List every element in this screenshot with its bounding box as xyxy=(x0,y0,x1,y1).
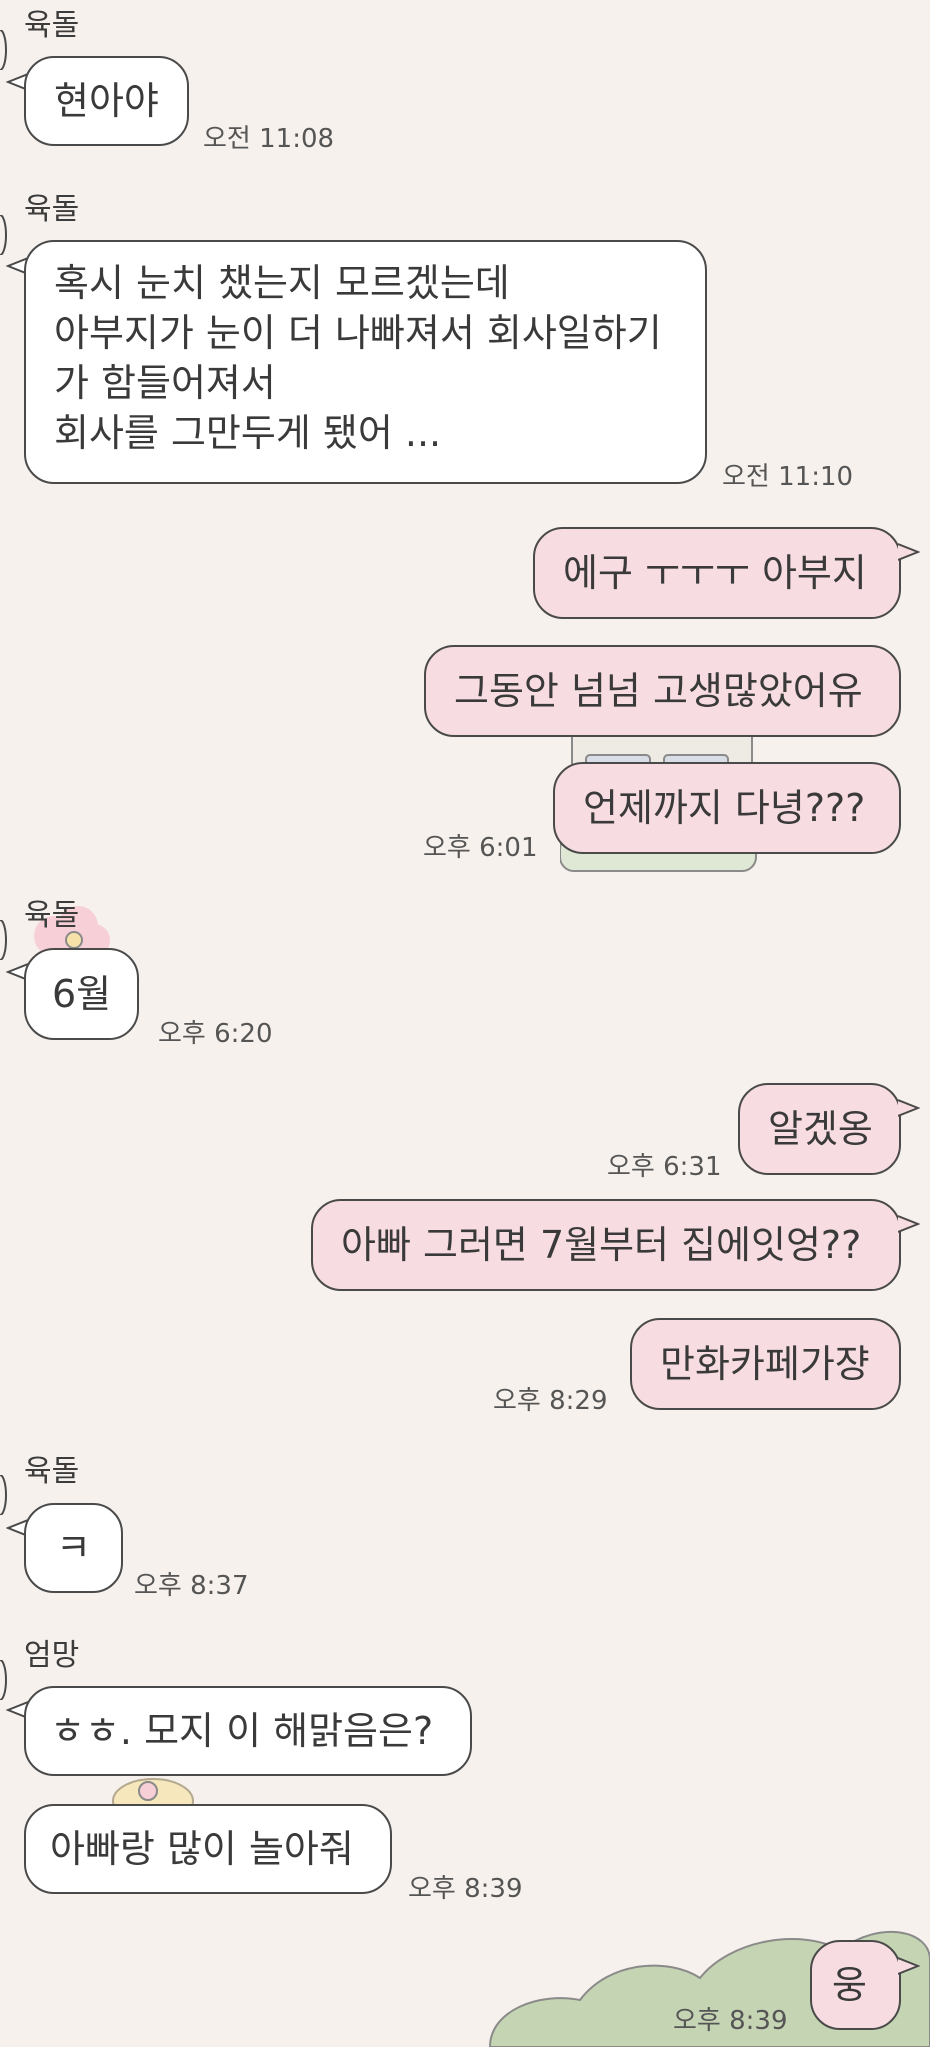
message-line: 가 함들어져서 xyxy=(54,361,276,405)
avatar-edge xyxy=(0,1660,7,1700)
message-line: 혹시 눈치 챘는지 모르겠는데 xyxy=(54,261,510,305)
sender-name: 육돌 xyxy=(24,192,80,227)
message-bubble[interactable]: 6월 xyxy=(24,948,140,1040)
message-time: 오전 11:08 xyxy=(203,124,335,154)
message-bubble[interactable]: 아빠 그러면 7월부터 집에잇엉?? xyxy=(311,1199,901,1291)
message-bubble[interactable]: ㅎㅎ. 모지 이 해맑음은? xyxy=(24,1686,472,1776)
message-line: 회사를 그만두게 됐어 ... xyxy=(54,411,442,455)
bubble-tail xyxy=(898,1099,920,1117)
message-bubble[interactable]: 현아야 xyxy=(24,56,189,146)
message-bubble[interactable]: 혹시 눈치 챘는지 모르겠는데 아부지가 눈이 더 나빠져서 회사일하기 가 함… xyxy=(24,240,707,484)
message-time: 오후 6:31 xyxy=(607,1152,722,1182)
message-time: 오후 8:37 xyxy=(134,1571,249,1601)
bubble-tail xyxy=(898,543,920,561)
sender-name: 육돌 xyxy=(24,8,80,43)
sender-name: 육돌 xyxy=(24,1454,80,1489)
avatar-edge xyxy=(0,1475,7,1515)
message-bubble[interactable]: 그동안 넘넘 고생많았어유 xyxy=(424,645,901,737)
message-line: 아부지가 눈이 더 나빠져서 회사일하기 xyxy=(54,311,662,355)
message-time: 오후 8:39 xyxy=(673,2006,788,2036)
sender-name: 육돌 xyxy=(24,898,80,933)
bubble-tail xyxy=(898,1957,920,1975)
message-time: 오후 6:20 xyxy=(158,1019,273,1049)
message-bubble[interactable]: 만화카페가쟝 xyxy=(630,1318,901,1410)
avatar-edge xyxy=(0,920,7,960)
message-bubble[interactable]: 언제까지 다녕??? xyxy=(553,762,901,854)
message-bubble[interactable]: 알겠옹 xyxy=(738,1083,901,1175)
avatar-edge xyxy=(0,30,7,70)
avatar-edge xyxy=(0,215,7,255)
message-time: 오후 8:29 xyxy=(493,1386,608,1416)
message-time: 오후 8:39 xyxy=(408,1874,523,1904)
message-bubble[interactable]: 웅 xyxy=(810,1940,901,2030)
bubble-tail xyxy=(898,1215,920,1233)
message-time: 오후 6:01 xyxy=(423,833,538,863)
message-bubble[interactable]: 에구 ㅜㅜㅜ 아부지 xyxy=(533,527,901,619)
message-bubble[interactable]: 아빠랑 많이 놀아줘 xyxy=(24,1804,392,1894)
sender-name: 엄망 xyxy=(24,1638,80,1673)
message-time: 오전 11:10 xyxy=(722,462,854,492)
message-bubble[interactable]: ㅋ xyxy=(24,1503,123,1593)
